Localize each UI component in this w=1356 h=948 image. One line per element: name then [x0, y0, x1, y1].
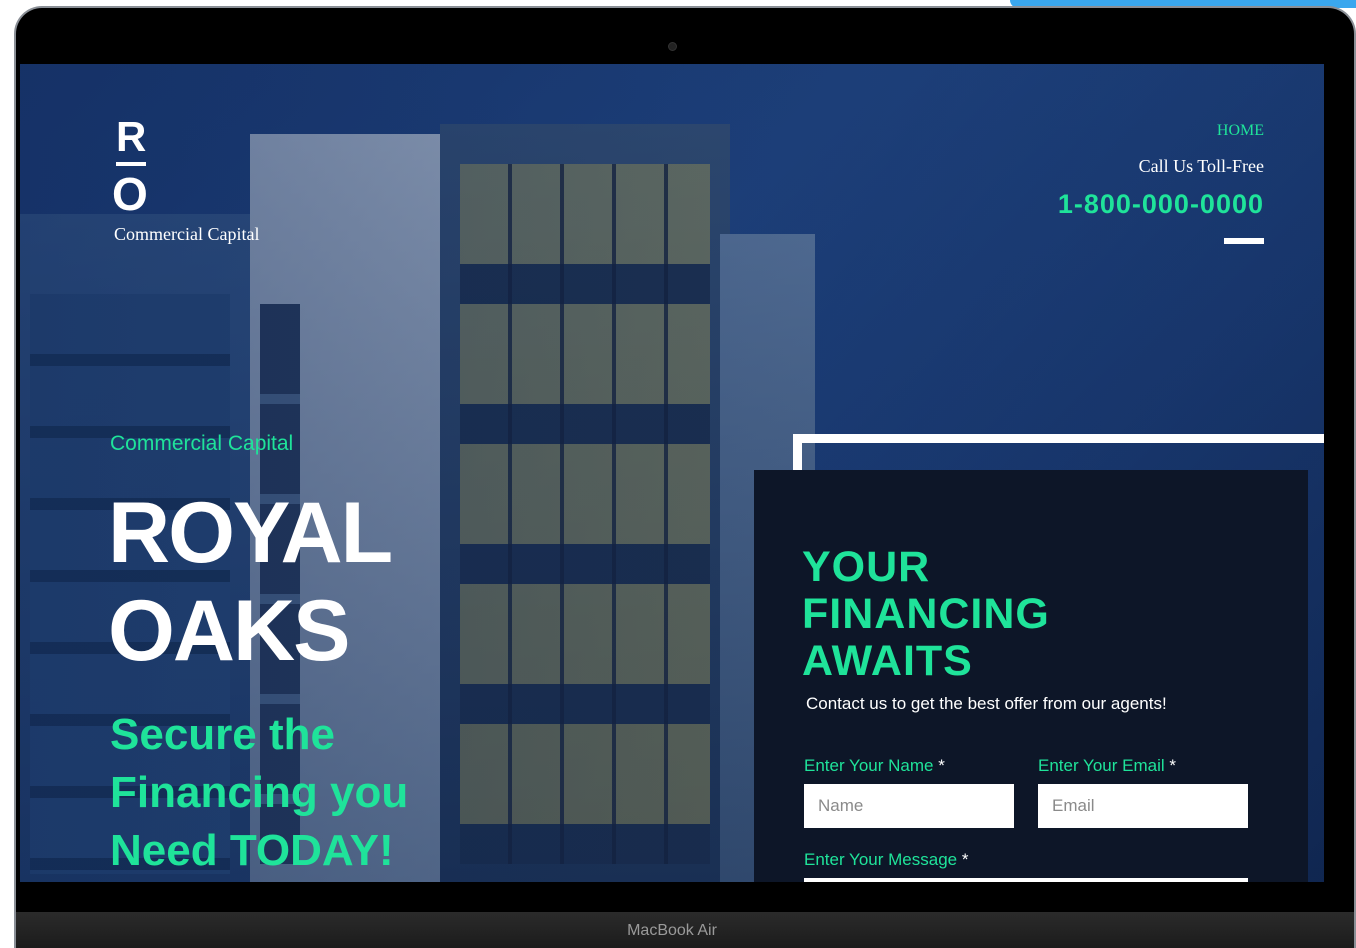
device-label: MacBook Air: [627, 922, 717, 939]
logo-divider: [116, 162, 146, 166]
hero-subtitle-line: Need TODAY!: [110, 826, 394, 875]
name-label: Enter Your Name *: [804, 756, 945, 776]
name-label-text: Enter Your Name: [804, 756, 934, 775]
name-field[interactable]: [804, 784, 1014, 828]
hero-title-line: ROYAL: [108, 485, 393, 581]
logo-letter-r: R: [116, 113, 147, 160]
nav-home-link[interactable]: HOME: [1058, 122, 1264, 140]
laptop-frame: R O Commercial Capital HOME Call Us Toll…: [14, 6, 1356, 948]
message-label-text: Enter Your Message: [804, 850, 958, 869]
site-logo[interactable]: R O Commercial Capital: [112, 113, 260, 245]
form-description: Contact us to get the best offer from ou…: [806, 694, 1167, 713]
hero-title-line: OAKS: [108, 583, 350, 679]
header-nav: HOME Call Us Toll-Free 1-800-000-0000: [1058, 122, 1264, 244]
hero-title: ROYAL OAKS: [108, 484, 393, 680]
email-label-text: Enter Your Email: [1038, 756, 1165, 775]
website-screen: R O Commercial Capital HOME Call Us Toll…: [20, 64, 1324, 882]
required-mark: *: [1169, 756, 1176, 775]
required-mark: *: [961, 850, 969, 869]
form-title: YOUR FINANCING AWAITS: [802, 544, 1050, 685]
hero-kicker: Commercial Capital: [110, 432, 294, 455]
hero-subtitle-line: Financing you: [110, 768, 409, 817]
call-label: Call Us Toll-Free: [1138, 156, 1264, 176]
menu-bar-icon[interactable]: [1224, 238, 1264, 244]
email-label: Enter Your Email *: [1038, 756, 1176, 776]
logo-name: Commercial Capital: [114, 224, 260, 244]
form-title-line: YOUR: [802, 543, 931, 591]
contact-form: YOUR FINANCING AWAITS Contact us to get …: [754, 470, 1308, 882]
hero-subtitle-line: Secure the: [110, 710, 335, 759]
camera-icon: [668, 42, 677, 51]
message-label: Enter Your Message *: [804, 850, 968, 870]
phone-number[interactable]: 1-800-000-0000: [1058, 189, 1264, 220]
required-mark: *: [938, 756, 945, 775]
form-title-line: FINANCING: [802, 590, 1050, 638]
form-title-line: AWAITS: [802, 637, 973, 685]
hero-subtitle: Secure the Financing you Need TODAY!: [110, 706, 408, 880]
email-field[interactable]: [1038, 784, 1248, 828]
logo-letter-o: O: [112, 168, 148, 220]
